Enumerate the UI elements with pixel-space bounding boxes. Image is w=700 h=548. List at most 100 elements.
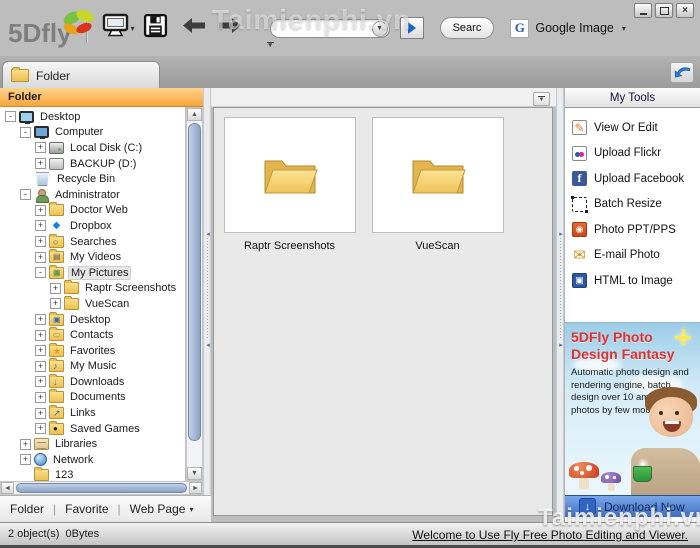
tree-expander[interactable]: + [35,360,46,372]
content-area[interactable]: Raptr Screenshots VueScan [213,107,553,516]
tab-folder[interactable]: Folder [2,61,160,89]
tree-expander[interactable]: + [35,391,46,403]
tree-expander[interactable]: + [35,204,46,216]
tree-expander[interactable]: + [20,454,31,466]
tree-item[interactable]: + Libraries [0,436,185,452]
tree-item-label[interactable]: Favorites [68,345,117,357]
tree-item[interactable]: + Local Disk (C:) [0,140,185,156]
horizontal-scroll-thumb[interactable] [16,483,187,493]
tree-item[interactable]: + ▤ My Videos [0,249,185,265]
scroll-down-button[interactable]: ▼ [187,467,202,480]
tree-item[interactable]: + ↗ Links [0,405,185,421]
tree-expander[interactable]: + [35,251,46,263]
google-image-label[interactable]: Google Image [535,21,614,35]
tree-item[interactable]: 123 [0,467,185,481]
view-options-dropdown-icon[interactable]: ▼ [533,92,550,106]
tree-expander[interactable]: + [35,407,46,419]
tree-item[interactable]: + BACKUP (D:) [0,156,185,172]
tree-item[interactable]: + Raptr Screenshots [0,280,185,297]
tool-item-ppt[interactable]: ◉ Photo PPT/PPS [572,217,700,243]
tree-item-label[interactable]: Desktop [68,314,112,326]
tool-item-html-image[interactable]: ▣ HTML to Image [572,268,700,294]
folder-thumbnail[interactable]: Raptr Screenshots [216,117,363,252]
tree-item-label[interactable]: Downloads [68,376,126,388]
forward-button[interactable] [218,17,242,39]
tree-item[interactable]: + ▣ Desktop [0,311,185,328]
ad-banner[interactable]: 5DFly Photo Design Fantasy Automatic pho… [565,322,700,495]
tree-item-label[interactable]: Dropbox [68,220,114,232]
tree-expander[interactable]: - [35,267,46,279]
tool-item-flickr[interactable]: Upload Flickr [572,141,700,167]
tree-item-label[interactable]: BACKUP (D:) [68,158,138,170]
google-dropdown-icon[interactable]: ▾ [622,24,626,33]
search-combobox[interactable]: ▼ ▾ [266,18,390,49]
tree-expander[interactable]: + [35,158,46,170]
tree-horizontal-scrollbar[interactable]: ◄ ► [0,481,203,495]
tree-item[interactable]: + ♪ My Music [0,358,185,375]
tree-item-label[interactable]: VueScan [83,298,131,310]
folder-name[interactable]: Raptr Screenshots [216,240,363,252]
folder-thumbnail[interactable]: VueScan [364,117,511,252]
tree-item-label[interactable]: Links [68,407,98,419]
tree-item-label[interactable]: Libraries [53,438,99,450]
tree-item[interactable]: + Network [0,452,185,468]
search-input[interactable] [278,20,375,36]
tree-expander[interactable]: - [20,126,31,138]
left-splitter[interactable]: ◂ ◂ [203,88,211,522]
tree-item[interactable]: + ▭ Contacts [0,327,185,343]
tree-item-label[interactable]: Network [51,454,95,466]
tree-item[interactable]: - Administrator [0,187,185,203]
tree-item-label[interactable]: Searches [68,236,118,248]
search-options-icon[interactable]: ▾ [265,40,276,51]
tree-item-label[interactable]: Saved Games [68,423,142,435]
search-history-dropdown-icon[interactable]: ▼ [371,20,388,37]
tree-expander[interactable]: + [35,142,46,154]
bottom-tab-web-page[interactable]: Web Page ▾ [130,502,194,516]
maximize-button[interactable] [655,3,673,18]
folder-name[interactable]: VueScan [364,240,511,252]
tree-item[interactable]: - Computer [0,125,185,141]
tool-item-facebook[interactable]: f Upload Facebook [572,166,700,192]
tree-item[interactable]: + ◆ Dropbox [0,218,185,234]
tree-expander[interactable]: + [35,329,46,341]
tree-item[interactable]: - Desktop [0,109,185,125]
tool-item-email[interactable]: ✉ E-mail Photo [572,243,700,269]
go-button[interactable] [399,17,424,39]
tree-item-label[interactable]: My Music [68,360,118,372]
tool-item-batch-resize[interactable]: Batch Resize [571,192,700,218]
tree-expander[interactable]: + [35,314,46,326]
tree-vertical-scrollbar[interactable]: ▲ ▼ [186,107,203,481]
tree-item[interactable]: - ▦ My Pictures [0,264,185,281]
tree-item-label[interactable]: Raptr Screenshots [83,282,178,294]
tree-item-label[interactable]: Computer [53,126,105,138]
minimize-button[interactable] [634,3,652,18]
tree-item[interactable]: + Documents [0,389,185,406]
download-now-button[interactable]: ↓ Download Now [565,495,700,517]
tree-expander[interactable]: + [35,376,46,388]
tree-expander[interactable]: + [35,345,46,357]
tree-item-label[interactable]: Desktop [38,111,82,123]
tree-item-label[interactable]: 123 [53,469,75,481]
close-button[interactable]: × [676,3,694,18]
tree-item-label[interactable]: Contacts [68,329,115,341]
tree-item[interactable]: + VueScan [0,295,185,312]
tree-item-label[interactable]: My Videos [68,251,123,263]
save-button[interactable] [143,13,168,43]
folder-large-icon[interactable] [371,117,504,233]
tree-item-label[interactable]: Administrator [53,189,122,201]
back-button[interactable] [182,17,206,39]
tree-expander[interactable]: - [5,111,16,123]
tree-item[interactable]: + ○ Searches [0,233,185,250]
bottom-tab-favorite[interactable]: Favorite [65,502,108,516]
tree-item-label[interactable]: Documents [68,391,128,403]
scroll-right-button[interactable]: ► [189,482,202,494]
welcome-link[interactable]: Welcome to Use Fly Free Photo Editing an… [412,528,688,542]
tree-expander[interactable]: + [35,236,46,248]
right-splitter[interactable]: ▸ ▸ [556,88,564,522]
tree-expander[interactable]: + [50,298,61,310]
tree-expander[interactable]: + [35,423,46,435]
tree-item-label[interactable]: Doctor Web [68,204,130,216]
tree-expander[interactable]: + [35,220,46,232]
search-button[interactable]: Searc [439,17,495,39]
collapse-panel-button[interactable] [670,62,694,83]
